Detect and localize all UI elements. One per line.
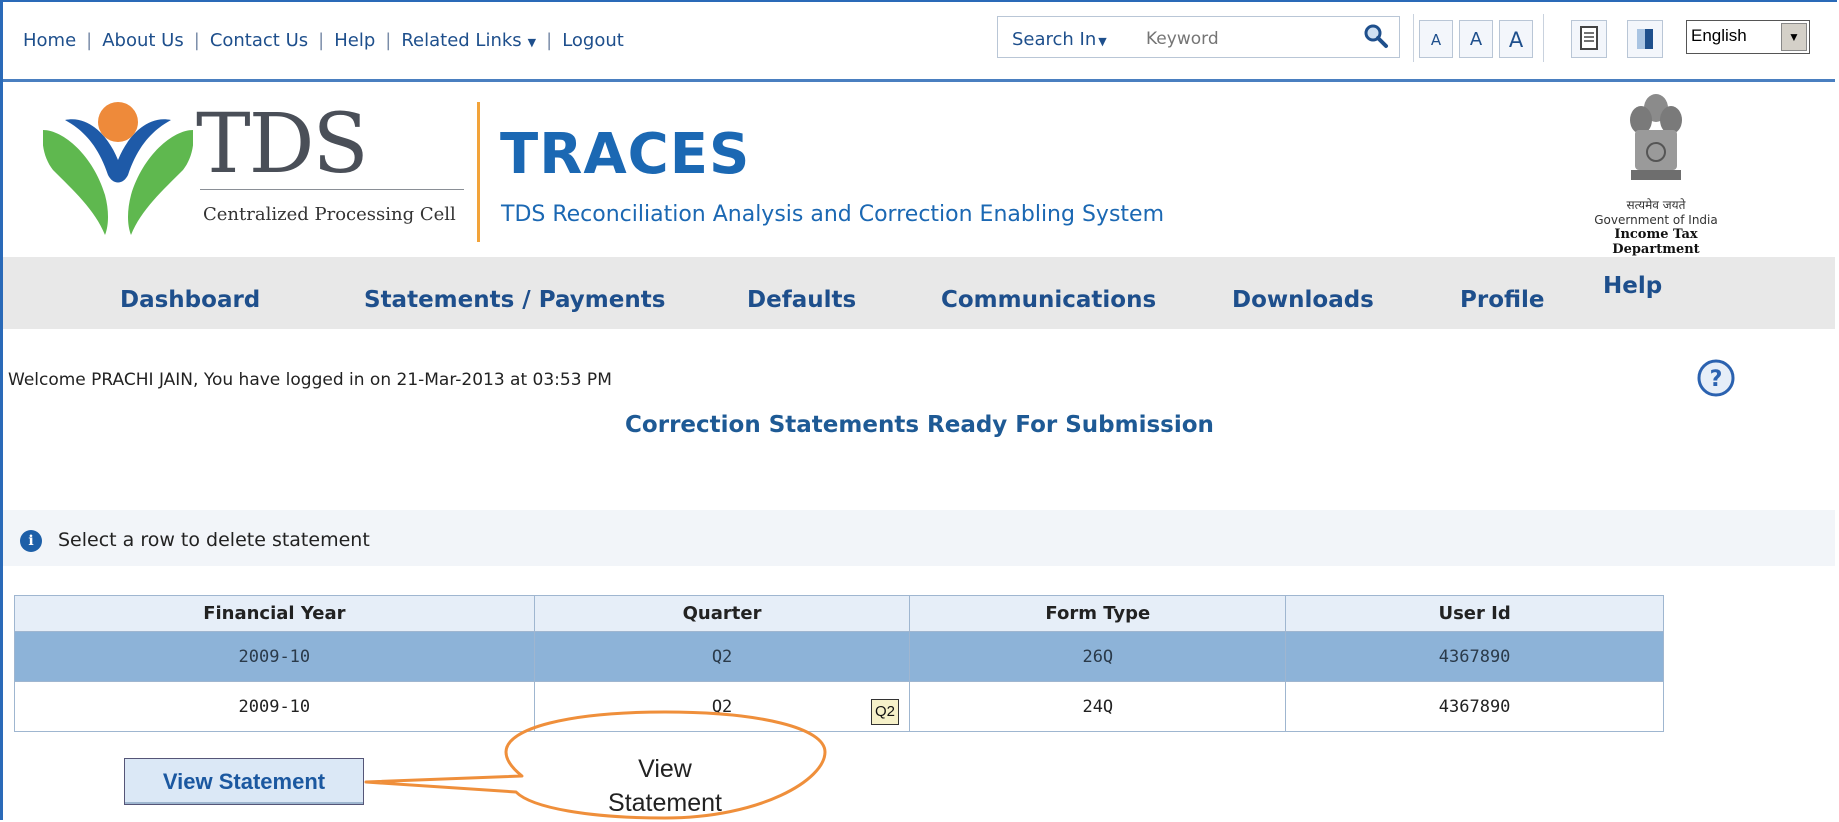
callout-line-1: View xyxy=(638,755,692,783)
callout-line-2: Statement xyxy=(608,789,722,817)
callout-text: View Statement xyxy=(545,752,785,820)
callout-annotation xyxy=(364,710,827,820)
